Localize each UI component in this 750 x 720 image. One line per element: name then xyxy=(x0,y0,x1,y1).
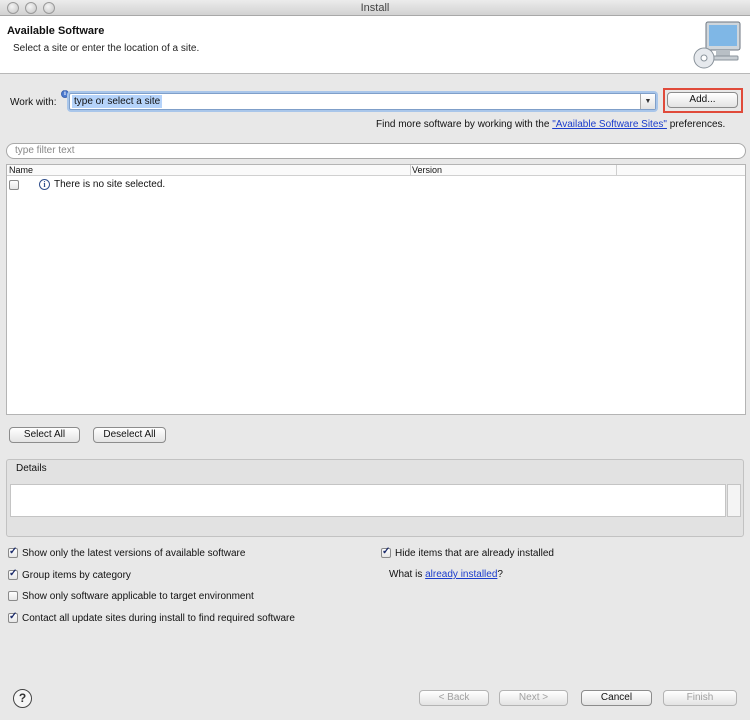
hide-installed-checkbox[interactable] xyxy=(381,546,391,558)
info-icon: i xyxy=(39,179,50,190)
what-is-installed-text: What is already installed? xyxy=(389,569,503,580)
zoom-window-button[interactable] xyxy=(43,2,55,14)
contact-update-sites-checkbox[interactable] xyxy=(8,611,18,623)
page-subtitle: Select a site or enter the location of a… xyxy=(13,43,200,54)
table-row[interactable]: i There is no site selected. xyxy=(7,178,745,192)
find-more-prefix: Find more software by working with the xyxy=(376,119,553,130)
table-header: Name Version xyxy=(7,165,745,176)
group-by-category-label: Group items by category xyxy=(22,570,131,581)
column-header-name[interactable]: Name xyxy=(9,165,33,176)
work-with-input[interactable]: type or select a site xyxy=(72,95,163,108)
applicable-only-checkbox[interactable] xyxy=(8,591,18,601)
find-more-text: Find more software by working with the "… xyxy=(376,119,725,130)
what-is-suffix: ? xyxy=(497,569,503,580)
row-name: There is no site selected. xyxy=(54,179,166,190)
help-button[interactable]: ? xyxy=(13,689,32,708)
cancel-button[interactable]: Cancel xyxy=(581,690,652,706)
details-text-area[interactable] xyxy=(10,484,726,517)
minimize-window-button[interactable] xyxy=(25,2,37,14)
available-software-sites-link[interactable]: "Available Software Sites" xyxy=(552,119,667,130)
details-group: Details xyxy=(6,459,744,537)
close-window-button[interactable] xyxy=(7,2,19,14)
find-more-suffix: preferences. xyxy=(666,119,726,130)
column-header-version[interactable]: Version xyxy=(412,165,442,176)
column-separator xyxy=(616,165,617,176)
group-by-category-checkbox[interactable] xyxy=(8,568,18,580)
details-scrollbar[interactable] xyxy=(727,484,741,517)
select-all-button[interactable]: Select All xyxy=(9,427,80,443)
work-with-combo[interactable]: type or select a site ▼ xyxy=(69,93,656,110)
latest-versions-label: Show only the latest versions of availab… xyxy=(22,548,246,559)
finish-button[interactable]: Finish xyxy=(663,690,737,706)
row-checkbox[interactable] xyxy=(9,180,19,190)
column-separator xyxy=(410,165,411,176)
monitor-cd-icon xyxy=(693,21,741,69)
contact-update-sites-label: Contact all update sites during install … xyxy=(22,613,295,624)
filter-input[interactable]: type filter text xyxy=(6,143,746,159)
next-button[interactable]: Next > xyxy=(499,690,568,706)
page-title: Available Software xyxy=(7,25,105,37)
wizard-header: Available Software Select a site or ente… xyxy=(0,16,750,74)
software-table[interactable]: Name Version i There is no site selected… xyxy=(6,164,746,415)
window-titlebar: Install xyxy=(0,0,750,16)
already-installed-link[interactable]: already installed xyxy=(425,569,497,580)
chevron-down-icon[interactable]: ▼ xyxy=(640,94,655,109)
work-with-label: Work with: xyxy=(10,97,57,108)
applicable-only-label: Show only software applicable to target … xyxy=(22,591,254,602)
what-is-prefix: What is xyxy=(389,569,426,580)
latest-versions-checkbox[interactable] xyxy=(8,546,18,558)
details-label: Details xyxy=(16,463,47,474)
window-title: Install xyxy=(360,2,390,14)
info-decoration-icon: i xyxy=(61,90,69,98)
deselect-all-button[interactable]: Deselect All xyxy=(93,427,166,443)
add-site-button[interactable]: Add... xyxy=(667,92,738,108)
hide-installed-label: Hide items that are already installed xyxy=(395,548,554,559)
back-button[interactable]: < Back xyxy=(419,690,489,706)
